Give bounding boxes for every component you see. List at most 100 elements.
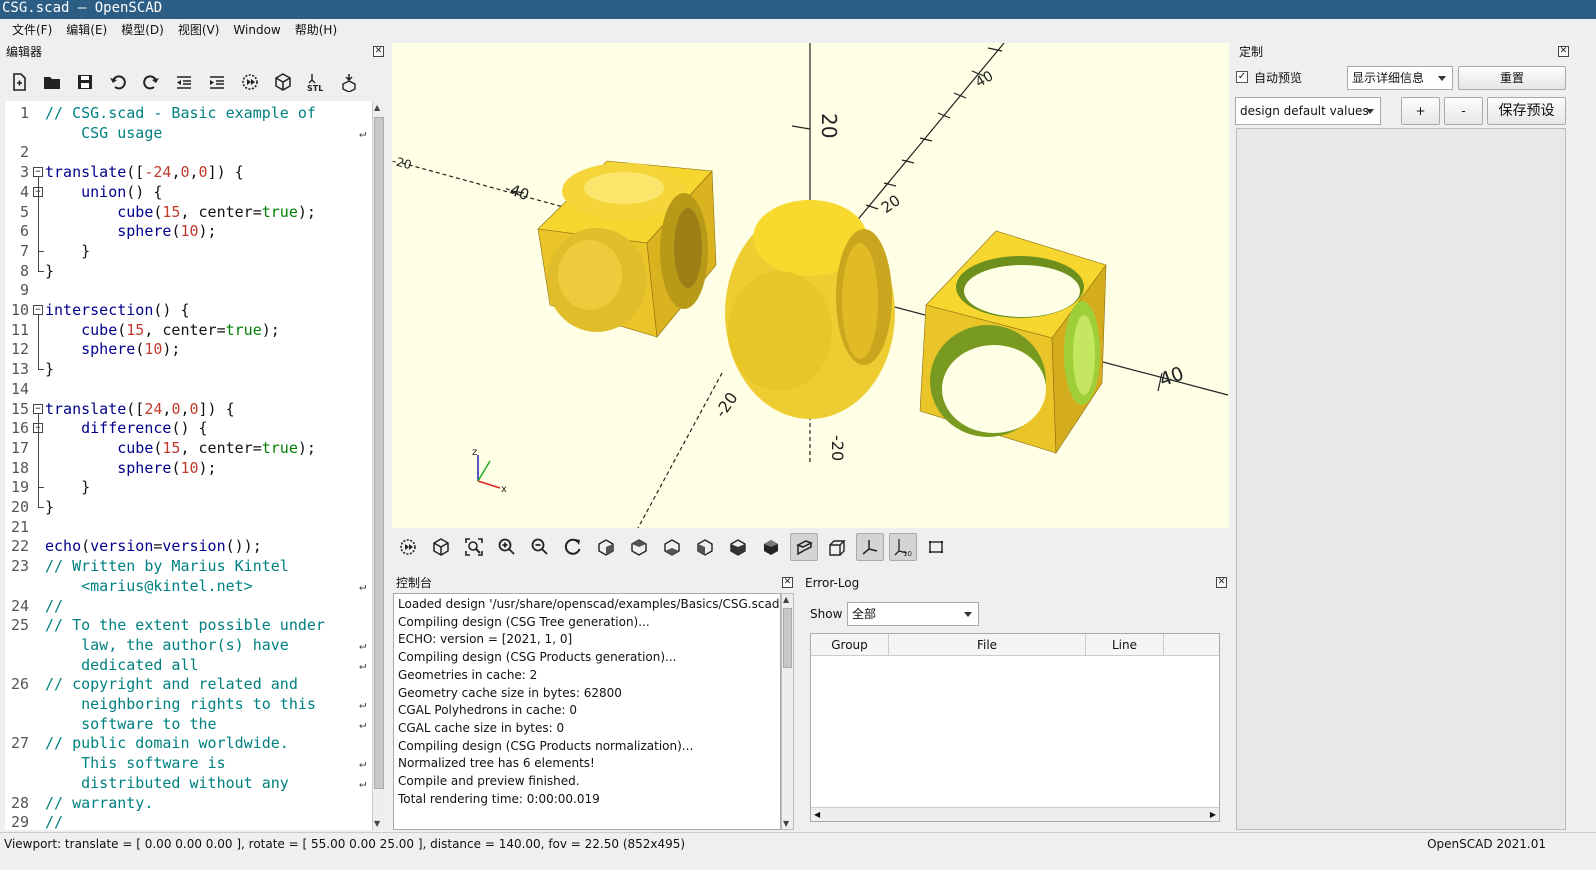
zoom-in-icon[interactable] <box>493 533 521 561</box>
unindent-icon[interactable] <box>170 68 198 96</box>
line-number: 3 <box>19 163 29 182</box>
menu-window[interactable]: Window <box>226 19 287 42</box>
gizmo-x-label: x <box>501 484 507 495</box>
open-file-icon[interactable] <box>38 68 66 96</box>
errorlog-close-icon[interactable]: ✕ <box>1216 577 1227 588</box>
line-number: 20 <box>10 498 29 516</box>
menu-file[interactable]: 文件(F) <box>5 19 59 42</box>
code-text: // <box>45 813 64 830</box>
scroll-up-icon[interactable]: ▲ <box>374 103 380 112</box>
view-top-icon[interactable] <box>625 533 653 561</box>
view-all-icon[interactable] <box>460 533 488 561</box>
fold-guide <box>38 433 39 488</box>
editor-scrollbar[interactable]: ▲ ▼ <box>372 101 385 830</box>
code-text: // <box>45 596 64 615</box>
code-editor[interactable]: 1 // CSG.scad - Basic example of ↵ CSG usa… <box>5 101 372 830</box>
wrap-indicator-icon: ↵ <box>359 657 367 672</box>
errorlog-show-label: Show <box>810 607 843 621</box>
render-icon[interactable] <box>427 533 455 561</box>
code-text: cube(15, center=true); <box>81 320 280 339</box>
editor-close-icon[interactable]: ✕ <box>373 46 384 57</box>
view-right-icon[interactable] <box>592 533 620 561</box>
indent-icon[interactable] <box>203 68 231 96</box>
code-text: // To the extent possible under <box>45 616 325 635</box>
code-text: translate([-24,0,0]) { <box>45 163 244 182</box>
fold-end <box>38 369 44 371</box>
export-stl-icon[interactable]: STL <box>302 68 330 96</box>
code-text: } <box>45 241 91 260</box>
fold-marker-icon[interactable]: − <box>33 305 43 315</box>
errorlog-show-combo[interactable]: 全部 <box>847 602 979 626</box>
fold-guide <box>38 315 39 370</box>
column-file[interactable]: File <box>889 634 1086 655</box>
wrap-indicator-icon: ↵ <box>359 125 367 140</box>
scroll-right-icon[interactable]: ▶ <box>1210 808 1216 821</box>
menu-view[interactable]: 视图(V) <box>171 19 227 42</box>
menu-edit[interactable]: 编辑(E) <box>59 19 114 42</box>
undo-icon[interactable] <box>104 68 132 96</box>
scroll-left-icon[interactable]: ◀ <box>814 808 820 821</box>
reset-view-icon[interactable] <box>559 533 587 561</box>
fold-marker-icon[interactable]: − <box>33 403 43 414</box>
preview-icon[interactable] <box>236 68 264 96</box>
preset-combo[interactable]: design default values <box>1235 97 1381 125</box>
console-line: Geometries in cache: 2 <box>398 667 538 682</box>
perspective-icon[interactable] <box>790 533 818 561</box>
preview-icon[interactable] <box>394 533 422 561</box>
reset-button[interactable]: 重置 <box>1458 66 1566 90</box>
console-scrollbar[interactable]: ▲ ▼ <box>781 593 794 830</box>
zoom-out-icon[interactable] <box>526 533 554 561</box>
errorlog-hscrollbar[interactable]: ◀ ▶ <box>811 807 1219 821</box>
code-text: } <box>45 261 55 280</box>
line-number: 14 <box>10 379 29 398</box>
save-icon[interactable] <box>71 68 99 96</box>
scroll-up-icon[interactable]: ▲ <box>783 595 789 604</box>
console-line: CGAL cache size in bytes: 0 <box>398 720 565 735</box>
errorlog-dock-title: Error-Log <box>805 576 860 590</box>
code-text: } <box>45 360 55 379</box>
column-line[interactable]: Line <box>1086 634 1164 655</box>
stl-label: STL <box>307 84 323 92</box>
line-number: 21 <box>10 517 29 536</box>
code-text: software to the <box>45 714 217 733</box>
scale-label: 10 <box>903 550 912 557</box>
add-preset-button[interactable]: + <box>1401 97 1440 125</box>
wrap-indicator-icon: ↵ <box>359 716 367 731</box>
orthogonal-icon[interactable] <box>823 533 851 561</box>
editor-scroll-thumb[interactable] <box>374 117 384 789</box>
code-text: } <box>45 498 55 516</box>
remove-preset-button[interactable]: - <box>1444 97 1483 125</box>
show-axes-icon[interactable] <box>856 533 884 561</box>
menu-help[interactable]: 帮助(H) <box>288 19 344 42</box>
new-file-icon[interactable] <box>5 68 33 96</box>
code-text: sphere(10); <box>117 458 217 477</box>
fold-end <box>38 250 44 252</box>
detail-level-combo[interactable]: 显示详细信息 <box>1347 66 1453 90</box>
scroll-down-icon[interactable]: ▼ <box>783 819 789 828</box>
errorlog-table[interactable]: Group File Line ◀ ▶ <box>810 633 1220 822</box>
show-edges-icon[interactable] <box>922 533 950 561</box>
show-scale-icon[interactable]: 10 <box>889 533 917 561</box>
fold-marker-icon[interactable]: − <box>33 167 43 178</box>
console-scroll-thumb[interactable] <box>783 608 792 668</box>
view-left-icon[interactable] <box>691 533 719 561</box>
3d-viewport[interactable]: 20 40 -40 20 40 -20 -20 -20 x z <box>392 43 1229 528</box>
save-preset-button[interactable]: 保存预设 <box>1487 97 1566 125</box>
customizer-close-icon[interactable]: ✕ <box>1558 46 1569 57</box>
fold-guide <box>38 196 39 251</box>
line-number: 29 <box>10 813 29 830</box>
scroll-down-icon[interactable]: ▼ <box>374 819 380 828</box>
redo-icon[interactable] <box>137 68 165 96</box>
menu-design[interactable]: 模型(D) <box>114 19 171 42</box>
send-to-printer-icon[interactable] <box>335 68 363 96</box>
auto-preview-checkbox[interactable]: ✓ <box>1236 71 1248 83</box>
column-group[interactable]: Group <box>811 634 889 655</box>
console-line: Compile and preview finished. <box>398 774 580 789</box>
view-back-icon[interactable] <box>757 533 785 561</box>
view-front-icon[interactable] <box>724 533 752 561</box>
render-icon[interactable] <box>269 68 297 96</box>
errorlog-show-value: 全部 <box>852 607 877 621</box>
view-bottom-icon[interactable] <box>658 533 686 561</box>
console-close-icon[interactable]: ✕ <box>782 577 793 588</box>
console-output[interactable]: Loaded design '/usr/share/openscad/examp… <box>393 593 781 830</box>
